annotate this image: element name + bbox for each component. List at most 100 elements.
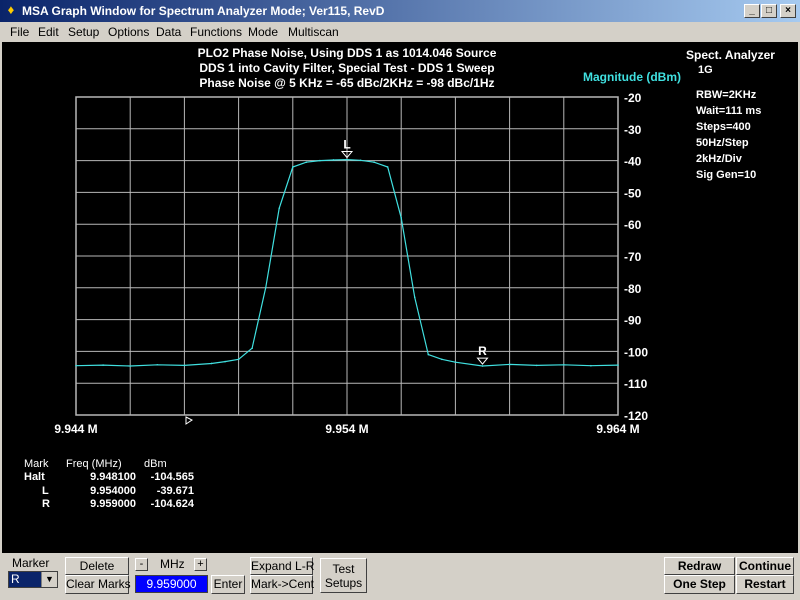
trace-point: [535, 364, 538, 367]
halt-pointer-icon: [185, 416, 193, 425]
delete-button[interactable]: Delete: [65, 557, 129, 575]
app-icon[interactable]: ♦: [4, 3, 18, 17]
trace-point: [481, 365, 484, 367]
marker-row-l-freq: 9.954000: [90, 485, 136, 497]
restart-button[interactable]: Restart: [736, 575, 794, 594]
x-tick-label: 9.954 M: [325, 422, 368, 436]
y-tick-label: -120: [624, 409, 648, 423]
marker-row-l-name: L: [42, 485, 49, 497]
minimize-button[interactable]: _: [744, 4, 760, 18]
y-axis-title: Magnitude (dBm): [583, 70, 681, 84]
steps-label: Steps=400: [696, 121, 751, 133]
trace-point: [224, 360, 226, 363]
marker-table-header-freq: Freq (MHz): [66, 458, 122, 470]
y-tick-label: -20: [624, 91, 642, 105]
marker-row-r-dbm: -104.624: [150, 498, 194, 510]
marker-label: Marker: [12, 556, 50, 570]
wait-label: Wait=111 ms: [696, 105, 762, 117]
marker-row-r-name: R: [42, 498, 50, 510]
x-tick-label: 9.944 M: [54, 422, 97, 436]
menu-multiscan[interactable]: Multiscan: [288, 25, 339, 39]
redraw-button[interactable]: Redraw: [664, 557, 735, 575]
mark-cent-button[interactable]: Mark->Cent: [250, 575, 314, 594]
test-setups-line-1: Test: [332, 562, 355, 576]
mhz-input[interactable]: 9.959000: [135, 575, 208, 593]
trace-point: [210, 362, 213, 365]
menu-setup[interactable]: Setup: [68, 25, 99, 39]
marker-table-header-dbm: dBm: [144, 458, 167, 470]
y-tick-label: -110: [624, 377, 648, 391]
trace-point: [292, 166, 294, 168]
step-size-label: 50Hz/Step: [696, 137, 749, 149]
y-tick-label: -80: [624, 282, 642, 296]
menu-file[interactable]: File: [10, 25, 29, 39]
band-label: 1G: [698, 64, 713, 76]
trace-point: [264, 287, 267, 289]
y-tick-label: -50: [624, 186, 642, 200]
trace-point: [441, 358, 443, 361]
y-tick-label: -60: [624, 218, 642, 232]
trace-point: [386, 166, 389, 168]
control-panel: Marker R ▼ Delete Clear Marks - MHz + 9.…: [0, 553, 800, 600]
menu-options[interactable]: Options: [108, 25, 149, 39]
marker-layer: LR: [340, 138, 489, 365]
y-tick-labels: -20 -30 -40 -50 -60 -70 -80 -90 -100 -110 -120: [624, 91, 648, 423]
trace-point: [590, 364, 592, 367]
y-tick-label: -90: [624, 314, 642, 328]
one-step-button[interactable]: One Step: [664, 575, 735, 594]
trace-point: [129, 365, 131, 367]
marker-row-halt-dbm: -104.565: [150, 471, 194, 483]
marker-r-triangle-icon: [476, 357, 489, 365]
marker-select-value: R: [9, 572, 42, 587]
trace-point: [400, 217, 403, 219]
sig-gen-label: Sig Gen=10: [696, 169, 757, 181]
mhz-label: MHz: [160, 557, 185, 571]
marker-r-label: R: [478, 344, 487, 358]
expand-lr-button[interactable]: Expand L-R: [250, 557, 314, 575]
menu-mode[interactable]: Mode: [248, 25, 278, 39]
enter-button[interactable]: Enter: [211, 575, 245, 594]
close-button[interactable]: ×: [780, 4, 796, 18]
clear-marks-button[interactable]: Clear Marks: [65, 575, 131, 594]
continue-button[interactable]: Continue: [736, 557, 794, 575]
trace-point: [156, 363, 159, 366]
marker-row-halt-freq: 9.948100: [90, 471, 136, 483]
menu-functions[interactable]: Functions: [190, 25, 242, 39]
trace-point: [563, 363, 565, 366]
division-label: 2kHz/Div: [696, 153, 742, 165]
chevron-down-icon[interactable]: ▼: [41, 572, 57, 587]
trace-point: [319, 159, 321, 162]
graph-window: PLO2 Phase Noise, Using DDS 1 as 1014.04…: [2, 42, 798, 553]
trace-point: [305, 161, 308, 163]
rbw-label: RBW=2KHz: [696, 89, 757, 101]
menu-data[interactable]: Data: [156, 25, 181, 39]
test-setups-button[interactable]: Test Setups: [320, 558, 367, 593]
trace-point: [237, 358, 240, 361]
trace-point: [346, 158, 348, 161]
trace-point: [413, 296, 416, 299]
marker-table-header-mark: Mark: [24, 458, 49, 470]
y-tick-label: -30: [624, 123, 642, 137]
trace-point: [75, 364, 77, 367]
trace-point: [278, 207, 281, 210]
y-tick-label: -100: [624, 345, 648, 359]
marker-row-r-freq: 9.959000: [90, 498, 136, 510]
y-tick-label: -70: [624, 250, 642, 264]
trace-point: [183, 364, 186, 367]
x-tick-labels: 9.944 M 9.954 M 9.964 M: [54, 422, 639, 436]
trace-point: [359, 159, 362, 162]
maximize-button[interactable]: □: [761, 4, 777, 18]
trace-point: [508, 363, 511, 366]
marker-select[interactable]: R ▼: [8, 571, 58, 588]
trace-point: [251, 347, 253, 350]
trace-point: [102, 364, 104, 366]
increment-button[interactable]: +: [194, 558, 207, 571]
menu-edit[interactable]: Edit: [38, 25, 59, 39]
trace-point: [373, 161, 375, 163]
title-bar: ♦ MSA Graph Window for Spectrum Analyzer…: [0, 0, 800, 22]
mode-label: Spect. Analyzer: [686, 48, 775, 62]
trace-point: [454, 361, 457, 364]
window-title: MSA Graph Window for Spectrum Analyzer M…: [22, 4, 385, 18]
decrement-button[interactable]: -: [135, 558, 148, 571]
test-setups-line-2: Setups: [324, 576, 363, 590]
